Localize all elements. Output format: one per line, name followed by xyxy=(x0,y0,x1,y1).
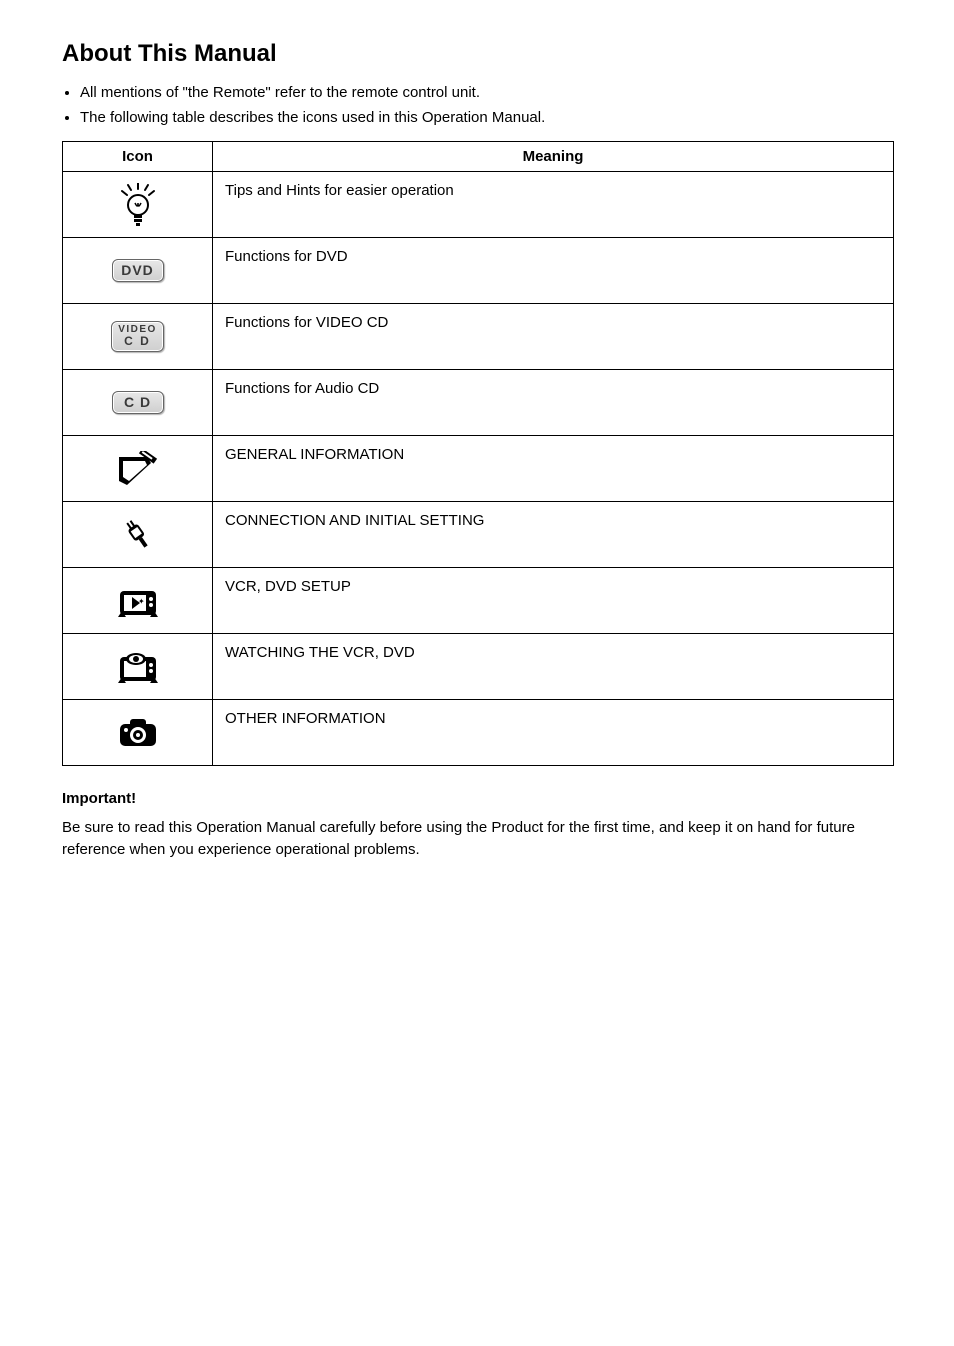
intro-bullet: All mentions of "the Remote" refer to th… xyxy=(80,82,894,105)
intro-bullet-list: All mentions of "the Remote" refer to th… xyxy=(62,82,894,129)
meaning-cell: GENERAL INFORMATION xyxy=(213,436,894,502)
meaning-cell: Functions for Audio CD xyxy=(213,370,894,436)
icon-cell: DVD xyxy=(63,238,213,304)
bulb-icon xyxy=(69,183,206,227)
table-row: VIDEO C D Functions for VIDEO CD xyxy=(63,304,894,370)
meaning-cell: WATCHING THE VCR, DVD xyxy=(213,634,894,700)
table-row: DVD Functions for DVD xyxy=(63,238,894,304)
important-body: Be sure to read this Operation Manual ca… xyxy=(62,817,894,861)
meaning-cell: Tips and Hints for easier operation xyxy=(213,172,894,238)
icon-cell xyxy=(63,172,213,238)
table-row: WATCHING THE VCR, DVD xyxy=(63,634,894,700)
intro-bullet: The following table describes the icons … xyxy=(80,107,894,130)
svg-text:✦: ✦ xyxy=(138,597,145,606)
meaning-cell: VCR, DVD SETUP xyxy=(213,568,894,634)
table-row: C D Functions for Audio CD xyxy=(63,370,894,436)
table-row: OTHER INFORMATION xyxy=(63,700,894,766)
column-header-meaning: Meaning xyxy=(213,142,894,172)
icon-cell xyxy=(63,502,213,568)
icon-cell: C D xyxy=(63,370,213,436)
icon-cell xyxy=(63,436,213,502)
videocd-badge-icon: VIDEO C D xyxy=(111,321,164,352)
table-row: GENERAL INFORMATION xyxy=(63,436,894,502)
cd-badge-icon: C D xyxy=(112,391,164,414)
icon-cell xyxy=(63,634,213,700)
icon-meaning-table: Icon Meaning xyxy=(62,141,894,766)
icon-cell: VIDEO C D xyxy=(63,304,213,370)
plug-icon xyxy=(69,517,206,553)
column-header-icon: Icon xyxy=(63,142,213,172)
table-row: Tips and Hints for easier operation xyxy=(63,172,894,238)
table-header-row: Icon Meaning xyxy=(63,142,894,172)
tv-eye-icon xyxy=(69,649,206,685)
meaning-cell: Functions for VIDEO CD xyxy=(213,304,894,370)
important-heading: Important! xyxy=(62,790,894,807)
pen-paper-icon xyxy=(69,451,206,487)
icon-cell xyxy=(63,700,213,766)
table-row: CONNECTION AND INITIAL SETTING xyxy=(63,502,894,568)
dvd-badge-icon: DVD xyxy=(112,259,164,282)
tv-setup-icon: ✦ xyxy=(69,583,206,619)
meaning-cell: Functions for DVD xyxy=(213,238,894,304)
meaning-cell: OTHER INFORMATION xyxy=(213,700,894,766)
table-row: ✦ VCR, DVD SETUP xyxy=(63,568,894,634)
camera-icon xyxy=(69,716,206,750)
page: About This Manual All mentions of "the R… xyxy=(0,0,954,921)
icon-cell: ✦ xyxy=(63,568,213,634)
meaning-cell: CONNECTION AND INITIAL SETTING xyxy=(213,502,894,568)
videocd-badge-bottom: C D xyxy=(118,335,157,347)
page-title: About This Manual xyxy=(62,40,894,68)
